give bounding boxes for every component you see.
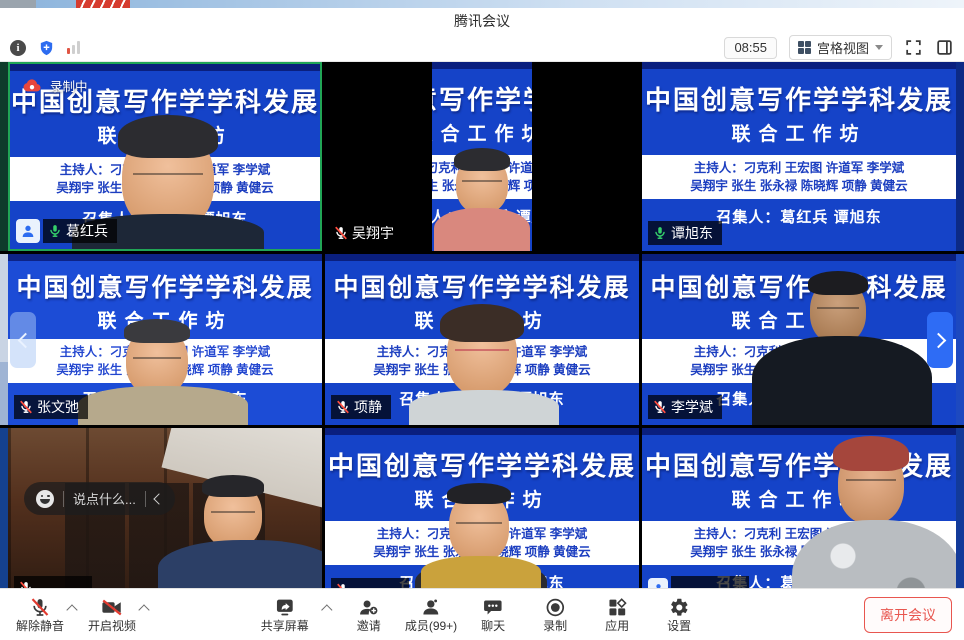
divider [145, 491, 146, 507]
mic-on-icon [48, 223, 62, 239]
chevron-left-icon[interactable] [153, 493, 164, 504]
portrait-video: 中国创意写作学学科发展 联合工作坊 主持人：刁克利 王宏图 许道军 李学斌 吴翔… [432, 62, 532, 251]
meeting-bottom-toolbar: 解除静音 开启视频 共享屏幕 [0, 588, 964, 640]
mic-muted-icon [334, 225, 348, 241]
record-icon [545, 596, 566, 618]
side-panel-icon[interactable] [935, 38, 954, 57]
name-label: 张文弛 [14, 395, 88, 419]
app-title: 腾讯会议 [454, 11, 510, 31]
avatar-icon [16, 219, 40, 243]
members-button[interactable]: 成员(99+) [405, 596, 457, 633]
adjacent-page-sliver [0, 62, 8, 640]
name-label: 谭旭东 [648, 221, 722, 245]
share-screen-button[interactable]: 共享屏幕 [259, 596, 311, 633]
chevron-left-icon [17, 332, 33, 348]
video-tile[interactable]: 中国创意写作学学科发展 联合工作坊 主持人：刁克利 王宏图 许道军 李学斌 吴翔… [8, 254, 322, 425]
previous-page-button[interactable] [10, 312, 36, 368]
members-icon [420, 596, 442, 618]
participant-silhouette [838, 444, 904, 524]
gear-icon [669, 596, 690, 618]
grid-view-icon [798, 41, 811, 54]
chat-icon [482, 596, 504, 618]
mic-on-icon [653, 225, 667, 241]
next-page-button[interactable] [927, 312, 953, 368]
share-options-caret[interactable] [321, 604, 332, 615]
settings-button[interactable]: 设置 [653, 596, 705, 633]
invite-button[interactable]: 邀请 [343, 596, 395, 633]
mic-muted-icon [19, 399, 33, 415]
window-titlebar: 腾讯会议 [0, 8, 964, 34]
camera-muted-icon [100, 596, 124, 618]
unmute-button[interactable]: 解除静音 [14, 596, 66, 633]
view-mode-label: 宫格视图 [817, 38, 869, 57]
share-screen-icon [274, 596, 296, 618]
apps-icon [607, 596, 628, 618]
background-window-strip [0, 0, 964, 8]
quick-chat-input[interactable]: 说点什么... [24, 482, 175, 515]
participant-body [434, 208, 530, 251]
recording-badge: 录制中 [22, 76, 88, 95]
name-label: 项静 [331, 395, 391, 419]
mic-options-caret[interactable] [66, 604, 77, 615]
view-mode-dropdown[interactable]: 宫格视图 [789, 35, 892, 60]
security-shield-icon[interactable] [38, 39, 55, 57]
cloud-record-icon [22, 78, 42, 93]
chat-placeholder[interactable]: 说点什么... [73, 489, 136, 508]
participant-body [409, 390, 559, 425]
video-options-caret[interactable] [138, 604, 149, 615]
name-label: 李学斌 [648, 395, 722, 419]
video-grid: 中国创意写作学学科发展 联合工作坊 主持人：刁克利 王宏图 许道军 李学斌 吴翔… [0, 62, 964, 640]
divider [63, 491, 64, 507]
participant-silhouette [204, 482, 262, 548]
participant-silhouette [449, 490, 509, 562]
recording-label: 录制中 [50, 76, 88, 95]
microphone-muted-icon [30, 596, 50, 618]
leave-meeting-button[interactable]: 离开会议 [864, 597, 952, 633]
participant-silhouette [810, 278, 866, 344]
video-tile[interactable]: 中国创意写作学学科发展 联合工作坊 主持人：刁克利 王宏图 许道军 李学斌 吴翔… [325, 254, 639, 425]
fullscreen-icon[interactable] [904, 38, 923, 57]
invite-icon [358, 596, 380, 618]
mic-muted-icon [653, 399, 667, 415]
meeting-info-icon[interactable]: i [10, 40, 26, 56]
adjacent-page-sliver [956, 62, 964, 640]
video-tile[interactable]: 中国创意写作学学科发展 联合工作坊 主持人：刁克利 王宏图 许道军 李学斌 吴翔… [642, 254, 956, 425]
participant-body [752, 336, 932, 425]
meeting-top-toolbar: i 08:55 宫格视图 [0, 34, 964, 62]
participant-body [78, 386, 248, 425]
chevron-right-icon [930, 332, 946, 348]
video-tile[interactable]: 中国创意写作学学科发展 联合工作坊 主持人：刁克利 王宏图 许道军 李学斌 吴翔… [642, 62, 956, 251]
emoji-icon[interactable] [36, 490, 54, 508]
name-label: 吴翔宇 [329, 221, 403, 245]
mic-muted-icon [336, 399, 350, 415]
chat-button[interactable]: 聊天 [467, 596, 519, 633]
video-tile[interactable]: 中国创意写作学学科发展 联合工作坊 主持人：刁克利 王宏图 许道军 李学斌 吴翔… [325, 62, 639, 251]
video-tile[interactable]: 中国创意写作学学科发展 联合工作坊 主持人：刁克利 王宏图 许道军 李学斌 吴翔… [8, 62, 322, 251]
participant-silhouette [447, 312, 517, 396]
name-label: 葛红兵 [43, 219, 117, 243]
record-button[interactable]: 录制 [529, 596, 581, 633]
start-video-button[interactable]: 开启视频 [86, 596, 138, 633]
meeting-timer: 08:55 [724, 37, 777, 59]
apps-button[interactable]: 应用 [591, 596, 643, 633]
participant-body [421, 556, 541, 590]
network-signal-icon[interactable] [67, 41, 80, 54]
chevron-down-icon [875, 45, 883, 50]
participant-silhouette [456, 154, 508, 214]
